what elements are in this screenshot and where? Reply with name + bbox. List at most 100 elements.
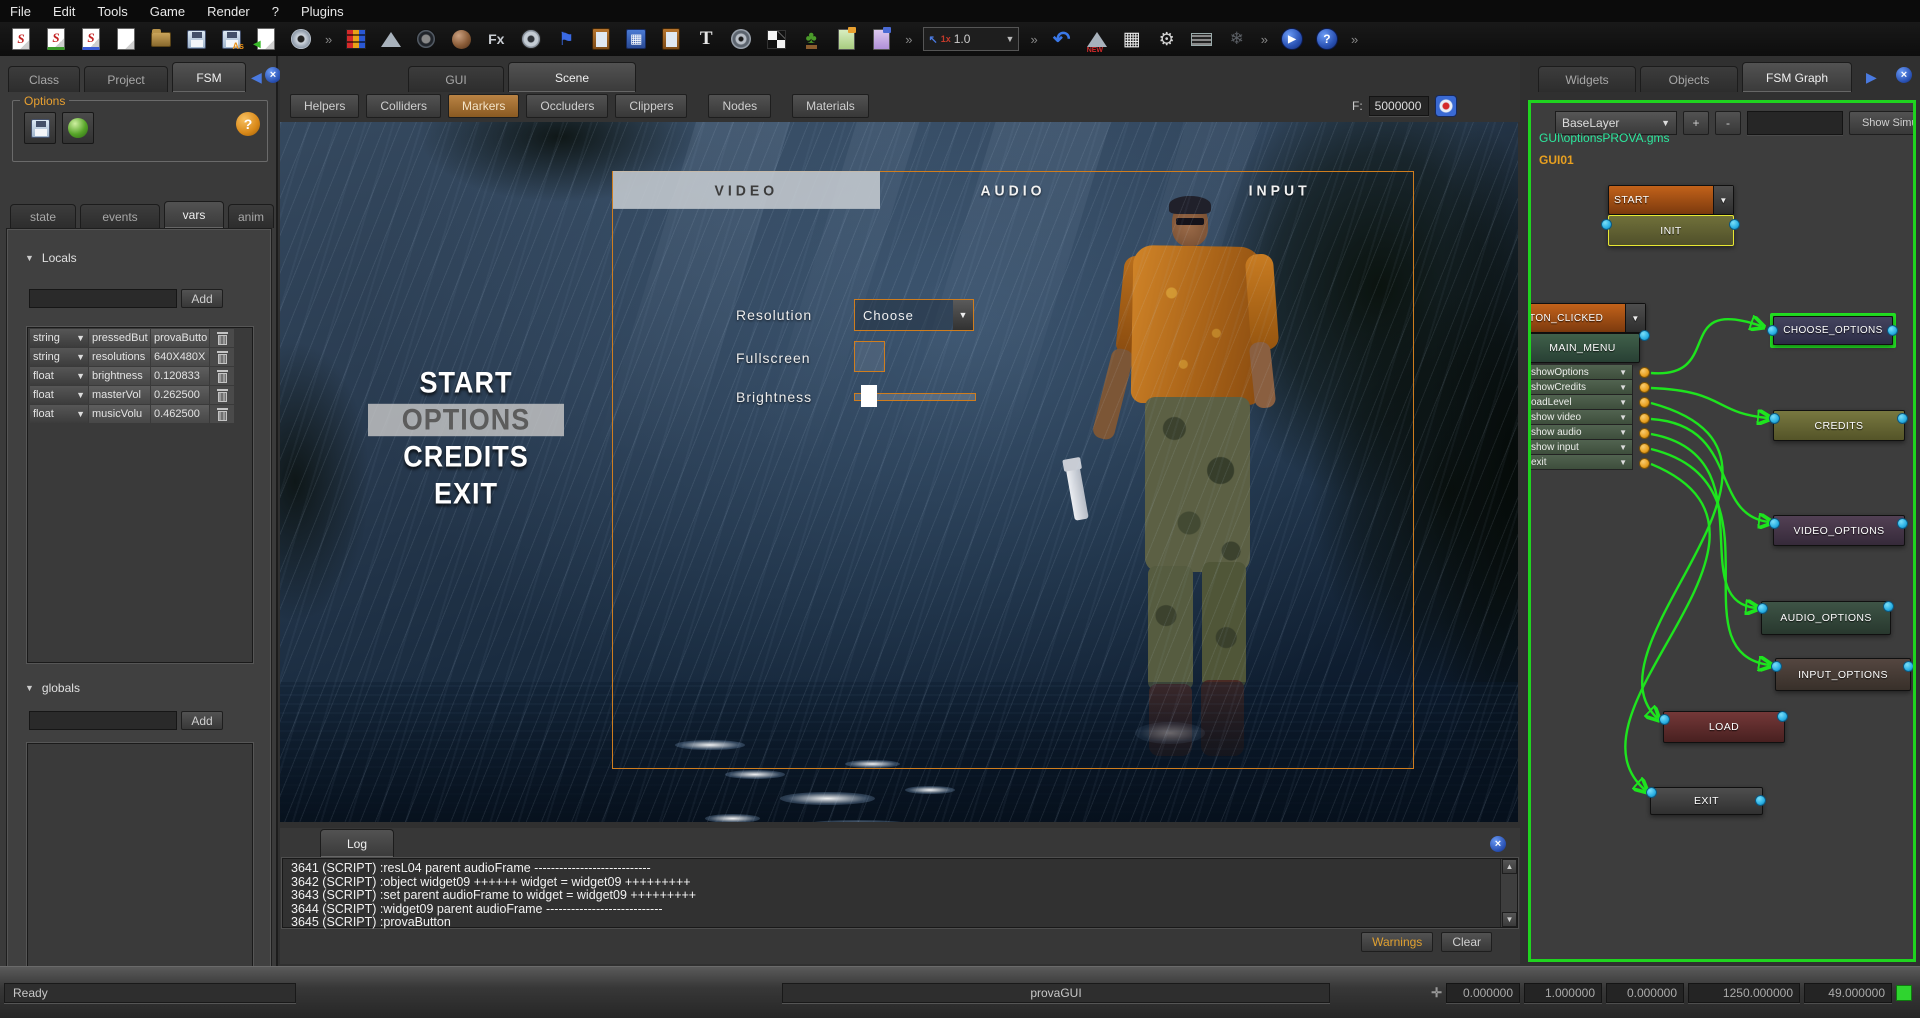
close-panel-icon[interactable]: × — [265, 67, 281, 83]
menu-edit[interactable]: Edit — [53, 4, 75, 19]
game-menu-exit[interactable]: EXIT — [368, 478, 564, 510]
event-connector-dot[interactable] — [1639, 367, 1650, 378]
collapse-left-icon[interactable]: ◀ — [251, 69, 262, 86]
fullscreen-checkbox[interactable] — [854, 341, 885, 372]
event-row[interactable]: exit▼ — [1528, 455, 1633, 470]
connector-dot[interactable] — [1769, 413, 1780, 424]
close-log-icon[interactable]: × — [1490, 836, 1506, 852]
var-type-dropdown[interactable]: string▼ — [30, 329, 88, 347]
target-icon[interactable] — [1435, 95, 1457, 117]
var-delete-button[interactable] — [210, 348, 234, 366]
overflow-chevron-icon[interactable]: » — [1259, 32, 1270, 47]
s2-project-icon[interactable]: S — [8, 26, 34, 52]
save-fsm-button[interactable] — [24, 112, 56, 144]
fsm-node-choose-options[interactable]: CHOOSE_OPTIONS — [1773, 316, 1893, 345]
clear-log-button[interactable]: Clear — [1441, 932, 1492, 952]
game-tab-video[interactable]: VIDEO — [613, 171, 880, 209]
connector-dot[interactable] — [1897, 413, 1908, 424]
keyboard-icon[interactable] — [1189, 26, 1215, 52]
event-row[interactable]: showCredits▼ — [1528, 380, 1633, 395]
save-as-icon[interactable]: As — [218, 26, 244, 52]
var-name-field[interactable]: masterVol — [89, 386, 150, 404]
var-delete-button[interactable] — [210, 367, 234, 385]
var-delete-button[interactable] — [210, 386, 234, 404]
event-row[interactable]: show audio▼ — [1528, 425, 1633, 440]
fsm-node-input-options[interactable]: INPUT_OPTIONS — [1775, 658, 1911, 691]
save-icon[interactable] — [183, 26, 209, 52]
menu-game[interactable]: Game — [150, 4, 185, 19]
connector-dot[interactable] — [1903, 661, 1914, 672]
overflow-chevron-icon[interactable]: » — [1028, 32, 1039, 47]
fsm-graph-canvas[interactable]: BaseLayer▼ + - Show Simul GUI\optionsPRO… — [1528, 100, 1916, 962]
event-row[interactable]: showOptions▼ — [1528, 365, 1633, 380]
dropdown-arrow-icon[interactable]: ▼ — [1625, 304, 1645, 332]
connector-dot[interactable] — [1883, 601, 1894, 612]
event-row[interactable]: oadLevel▼ — [1528, 395, 1633, 410]
connector-dot[interactable] — [1771, 661, 1782, 672]
game-viewport[interactable]: START OPTIONS CREDITS EXIT VIDEO AUDIO I… — [280, 122, 1518, 822]
var-name-field[interactable]: pressedBut — [89, 329, 150, 347]
mode-helpers-button[interactable]: Helpers — [290, 94, 359, 118]
mode-nodes-button[interactable]: Nodes — [708, 94, 771, 118]
s2-open-icon[interactable]: S — [43, 26, 69, 52]
tab-vars[interactable]: vars — [164, 201, 224, 228]
tab-objects[interactable]: Objects — [1640, 66, 1738, 92]
game-menu-credits[interactable]: CREDITS — [368, 441, 564, 473]
event-row[interactable]: show video▼ — [1528, 410, 1633, 425]
menu-plugins[interactable]: Plugins — [301, 4, 344, 19]
note-green-icon[interactable] — [833, 26, 859, 52]
var-value-field[interactable]: 640X480X — [151, 348, 209, 366]
fsm-node-credits[interactable]: CREDITS — [1773, 410, 1905, 441]
tab-class[interactable]: Class — [8, 66, 80, 92]
menu-tools[interactable]: Tools — [97, 4, 127, 19]
mode-occluders-button[interactable]: Occluders — [526, 94, 608, 118]
event-connector-dot[interactable] — [1639, 397, 1650, 408]
f-value-input[interactable]: 5000000 — [1369, 96, 1429, 116]
tab-gui[interactable]: GUI — [408, 66, 504, 92]
var-type-dropdown[interactable]: float▼ — [30, 386, 88, 404]
event-connector-dot[interactable] — [1639, 382, 1650, 393]
scroll-up-icon[interactable]: ▲ — [1502, 859, 1517, 874]
tab-scene[interactable]: Scene — [508, 62, 636, 92]
event-connector-dot[interactable] — [1639, 443, 1650, 454]
game-tab-input[interactable]: INPUT — [1146, 171, 1413, 209]
connector-dot[interactable] — [1757, 603, 1768, 614]
speaker-icon[interactable] — [728, 26, 754, 52]
var-name-field[interactable]: brightness — [89, 367, 150, 385]
var-value-field[interactable]: provaButto — [151, 329, 209, 347]
fx-icon[interactable]: Fx — [483, 26, 509, 52]
export-cd-icon[interactable] — [288, 26, 314, 52]
undo-icon[interactable]: ↶ — [1049, 26, 1075, 52]
note-purple-icon[interactable] — [868, 26, 894, 52]
tab-events[interactable]: events — [80, 204, 160, 228]
fsm-node-video-options[interactable]: VIDEO_OPTIONS — [1773, 515, 1905, 546]
fsm-node-exit[interactable]: EXIT — [1650, 787, 1763, 815]
text-tool-icon[interactable]: T — [693, 26, 719, 52]
import-file-icon[interactable]: ◀ — [253, 26, 279, 52]
menu-file[interactable]: File — [10, 4, 31, 19]
grid-icon[interactable]: ▦ — [1119, 26, 1145, 52]
dropdown-arrow-icon[interactable]: ▼ — [1713, 186, 1733, 214]
layer-name-input[interactable] — [1747, 111, 1843, 135]
mode-colliders-button[interactable]: Colliders — [366, 94, 441, 118]
overflow-chevron-icon[interactable]: » — [1349, 32, 1360, 47]
tab-project[interactable]: Project — [84, 66, 168, 92]
snowflake-icon[interactable]: ❄ — [1224, 26, 1250, 52]
connector-dot[interactable] — [1729, 219, 1740, 230]
overflow-chevron-icon[interactable]: » — [323, 32, 334, 47]
planet-icon[interactable] — [448, 26, 474, 52]
tab-log[interactable]: Log — [320, 829, 394, 857]
var-value-field[interactable]: 0.462500 — [151, 405, 209, 423]
globals-section-header[interactable]: ▼ globals — [25, 681, 80, 695]
film-reel-icon[interactable] — [518, 26, 544, 52]
rubik-cube-icon[interactable] — [343, 26, 369, 52]
var-value-field[interactable]: 0.120833 — [151, 367, 209, 385]
connector-dot[interactable] — [1769, 518, 1780, 529]
connector-dot[interactable] — [1646, 787, 1657, 798]
event-connector-dot[interactable] — [1639, 428, 1650, 439]
event-connector-dot[interactable] — [1639, 458, 1650, 469]
mode-materials-button[interactable]: Materials — [792, 94, 869, 118]
log-output[interactable]: 3641 (SCRIPT) :resL04 parent audioFrame … — [282, 858, 1518, 928]
var-name-field[interactable]: resolutions — [89, 348, 150, 366]
fsm-node-init[interactable]: INIT — [1608, 215, 1734, 246]
